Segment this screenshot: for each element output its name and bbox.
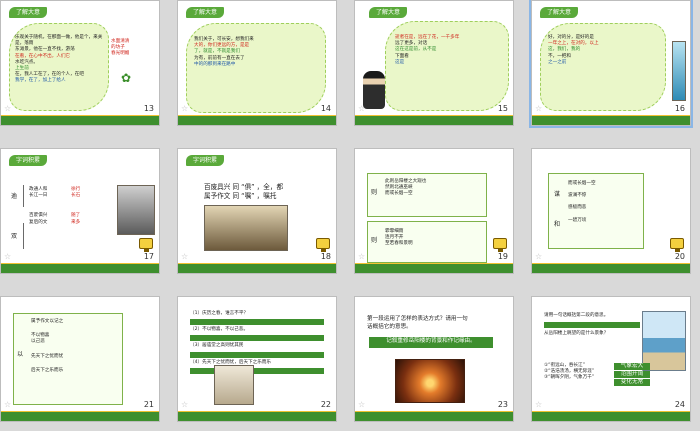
plant-icon: ✿: [121, 71, 132, 85]
slide-number: 14: [320, 104, 331, 113]
section-tag: 字词积累: [186, 155, 224, 166]
slide-thumbnail-selected[interactable]: 了解大意 好，对的分，是好的是 一年之上，在对的，以上 这，我们，我的 不，一把…: [529, 0, 693, 128]
slide-footer-bar: [178, 263, 336, 273]
slide-thumbnail[interactable]: 以 属予作文以记之 不以物喜 以己悲 先天下之忧而忧 后天下之乐而乐 ☆ 21: [0, 296, 160, 422]
star-icon: ☆: [4, 104, 12, 113]
monitor-icon: [316, 238, 330, 252]
char-label: 则: [371, 189, 378, 196]
slide-thumbnail[interactable]: （1）庆历之春，谁言不平？ （2）不以物喜，不以己悲。 （3）居庙堂之高则忧其民…: [177, 296, 337, 422]
slide-number: 19: [497, 252, 508, 261]
star-icon: ☆: [358, 400, 366, 409]
slide-text: 气象宏大 范围开阔 变化无常: [614, 363, 650, 386]
star-icon: ☆: [535, 400, 543, 409]
section-tag: 了解大意: [540, 7, 578, 18]
slide-footer-bar: [1, 411, 159, 421]
slide-footer-bar: [355, 115, 513, 125]
answer-bar: 记叙重修岳阳楼的背景和作记缘由。: [369, 337, 493, 348]
slide-thumbnail[interactable]: 谋 和 而或长烟一空 波澜不惊 感极而悲 一碧万顷 ☆ 20: [531, 148, 691, 274]
slide-text: 乐观关于随机，在那面一做，他是个，来关是，落雨 东滩景，他在一直不找，游荡 在看…: [15, 35, 103, 84]
ink-painting-image: [214, 365, 254, 405]
slide-thumbnail[interactable]: 了解大意 我们关于，可长安，想我们来 大的，你们更远的方，是是 了，就是，不就是…: [177, 0, 337, 126]
landscape-image: [117, 185, 155, 235]
slide-thumbnail[interactable]: 第一段运用了怎样的表达方式？请用一句 话概括它的意思。 记叙重修岳阳楼的背景和作…: [354, 296, 514, 422]
sunset-image: [395, 359, 465, 403]
star-icon: ☆: [358, 104, 366, 113]
slide-text: 第一段运用了怎样的表达方式？请用一句 话概括它的意思。: [367, 316, 468, 330]
char-label: 双: [11, 233, 18, 240]
annotation-text: 水面清清 的坊子 春光明媚: [111, 39, 130, 57]
char-label: 则: [371, 237, 378, 244]
slide-text: 属予作文以记之 不以物喜 以己悲 先天下之忧而忧 后天下之乐而乐: [31, 319, 64, 373]
char-label: 谋: [554, 191, 561, 198]
slide-footer-bar: [178, 411, 336, 421]
char-label: 和: [554, 221, 561, 228]
slide-text: （1）庆历之春，谁言不平？ （2）不以物喜，不以己悲。 （3）居庙堂之高则忧其民…: [190, 311, 324, 376]
slide-text: 我们关于，可长安，想我们来 大的，你们更远的方，是是 了，就是，不就是我们 为有…: [194, 37, 254, 67]
slide-thumbnail[interactable]: 请用一句话概括第二段的意思。 从岳阳楼上眺望的是什么景象？ ①“衔远山，吞长江”…: [531, 296, 691, 422]
slide-footer-bar: [355, 263, 513, 273]
slide-text: ①“衔远山，吞长江” ②“浩浩汤汤，横无际涯” ③“朝晖夕阴，气象万千”: [544, 363, 595, 381]
star-icon: ☆: [535, 252, 543, 261]
star-icon: ☆: [181, 104, 189, 113]
slide-text: 百废具兴 同 “俱” ，全，都 属予作文 同 “嘱” ，嘱托: [204, 183, 284, 200]
slide-footer-bar: [178, 115, 336, 125]
monitor-icon: [493, 238, 507, 252]
tower-painting-image: [204, 205, 288, 251]
slide-footer-bar: [532, 263, 690, 273]
star-icon: ☆: [535, 104, 543, 113]
slide-number: 17: [143, 252, 154, 261]
slide-number: 22: [320, 400, 331, 409]
char-label: 以: [17, 351, 24, 358]
bracket-line: [23, 185, 24, 207]
star-icon: ☆: [181, 400, 189, 409]
char-label: 逾: [11, 193, 18, 200]
star-icon: ☆: [181, 252, 189, 261]
slide-number: 24: [674, 400, 685, 409]
section-tag: 字词积累: [9, 155, 47, 166]
seascape-image: [642, 311, 686, 371]
slide-number: 13: [143, 104, 154, 113]
slide-number: 23: [497, 400, 508, 409]
slide-text: 请用一句话概括第二段的意思。 从岳阳楼上眺望的是什么景象？: [544, 313, 640, 337]
slide-footer-bar: [532, 411, 690, 421]
section-tag: 了解大意: [186, 7, 224, 18]
slide-thumbnail[interactable]: 了解大意 逝者在是，远在了花，一千多年 远了更多，对话 这在这是前，从不是 下面…: [354, 0, 514, 126]
slide-text: 徐行 长石 随了 来多: [71, 187, 81, 225]
slide-footer-bar: [355, 411, 513, 421]
figure-image: [672, 41, 686, 101]
slide-text: 逝者在是，远在了花，一千多年 远了更多，对话 这在这是前，从不是 下面看 这是: [395, 35, 460, 65]
star-icon: ☆: [4, 400, 12, 409]
slide-thumbnail[interactable]: 字词积累 百废具兴 同 “俱” ，全，都 属予作文 同 “嘱” ，嘱托 ☆ 18: [177, 148, 337, 274]
slide-text: 好，对的分，是好的是 一年之上，在对的，以上 这，我们，我的 不，一把和 之一之…: [548, 35, 599, 65]
star-icon: ☆: [358, 252, 366, 261]
scholar-figure: [363, 71, 385, 109]
section-tag: 了解大意: [9, 7, 47, 18]
slide-number: 16: [674, 104, 685, 113]
slide-number: 18: [320, 252, 331, 261]
slide-footer-bar: [1, 115, 159, 125]
slide-number: 15: [497, 104, 508, 113]
slide-text: 而或长烟一空 波澜不惊 感极而悲 一碧万顷: [568, 181, 596, 223]
slide-footer-bar: [1, 263, 159, 273]
slide-number: 20: [674, 252, 685, 261]
slide-sorter-grid: 了解大意 乐观关于随机，在那面一做，他是个，来关是，落雨 东滩景，他在一直不找，…: [0, 0, 700, 431]
slide-thumbnail[interactable]: 了解大意 乐观关于随机，在那面一做，他是个，来关是，落雨 东滩景，他在一直不找，…: [0, 0, 160, 126]
slide-thumbnail[interactable]: 则 则 此则岳阳楼之大观也 然则北通巫峡 而或长烟一空 霏霏细雨 连月不开 至若…: [354, 148, 514, 274]
slide-thumbnail[interactable]: 字词积累 逾 双 政通人和 长江一日 百废俱兴 复后的文 徐行 长石 随了 来多…: [0, 148, 160, 274]
monitor-icon: [139, 238, 153, 252]
slide-footer-bar: [532, 115, 690, 125]
slide-number: 21: [143, 400, 154, 409]
section-tag: 了解大意: [369, 7, 407, 18]
bracket-line: [23, 223, 24, 249]
slide-text: 霏霏细雨 连月不开 至若春和景明: [385, 229, 413, 247]
slide-text: 此则岳阳楼之大观也 然则北通巫峡 而或长烟一空: [385, 179, 427, 197]
star-icon: ☆: [4, 252, 12, 261]
monitor-icon: [670, 238, 684, 252]
